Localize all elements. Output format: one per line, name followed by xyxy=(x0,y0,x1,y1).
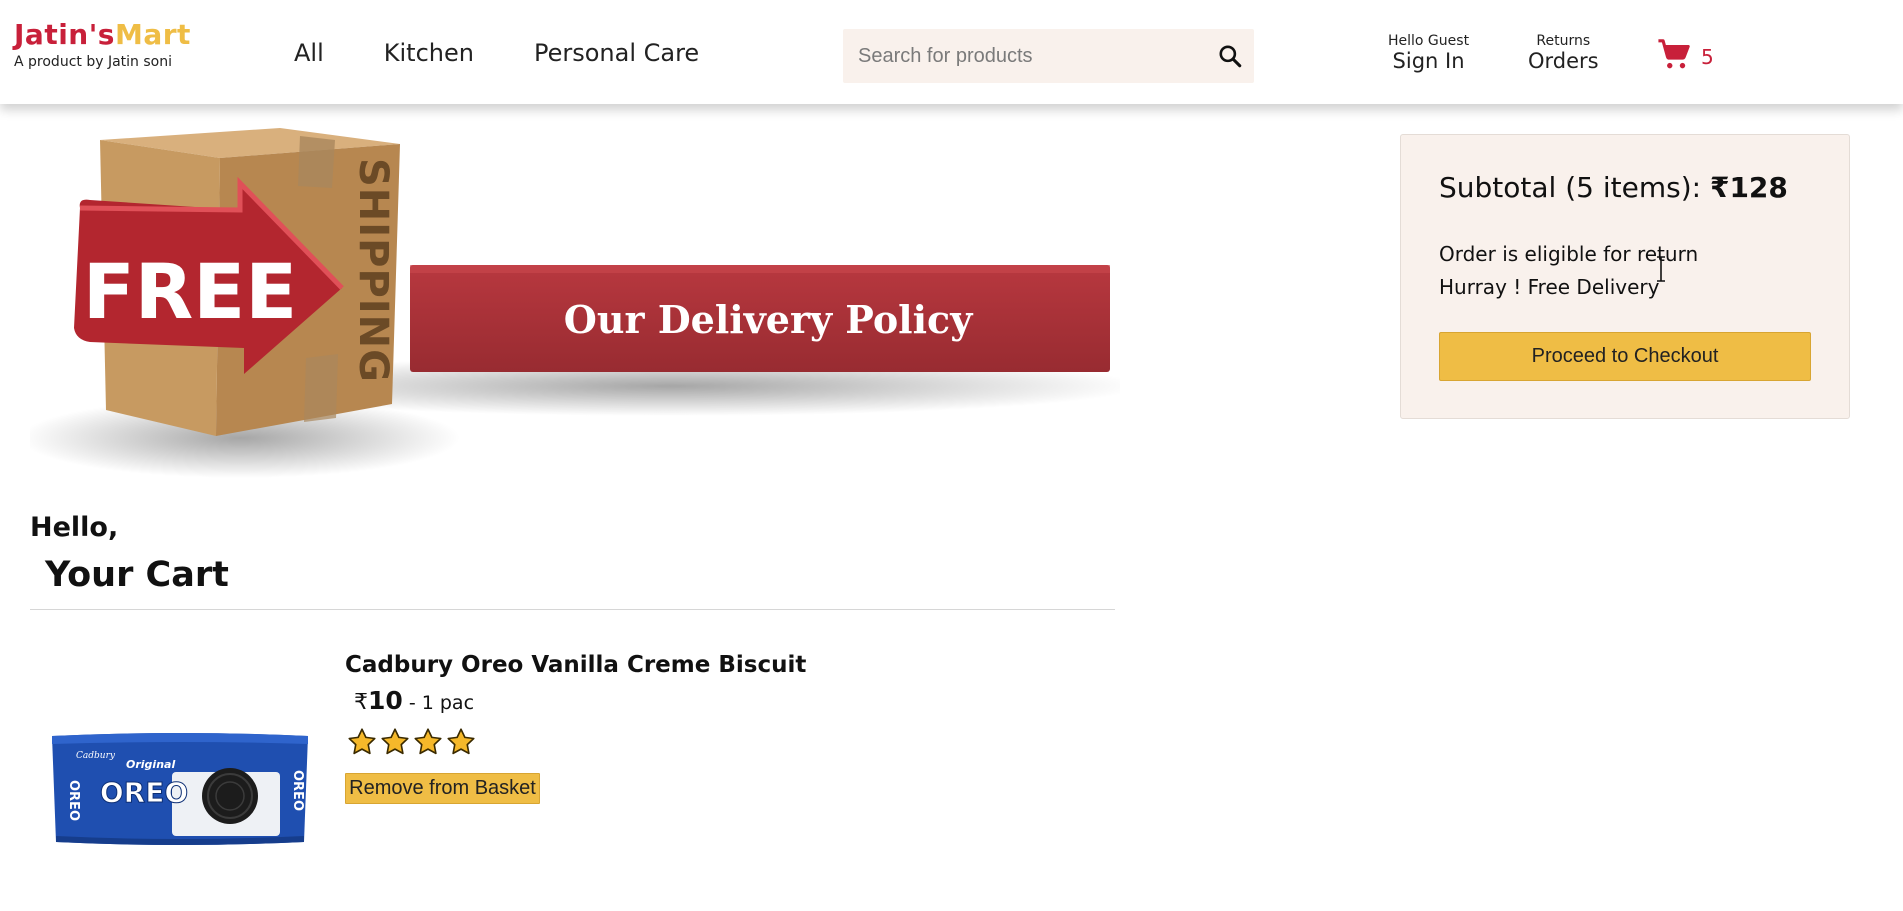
banner-free-text: FREE xyxy=(83,247,297,336)
product-rating xyxy=(347,727,476,757)
search-bar xyxy=(843,29,1254,83)
cart-button[interactable]: 5 xyxy=(1657,38,1714,76)
text-cursor-icon xyxy=(1657,256,1665,282)
price-currency: ₹ xyxy=(354,690,368,715)
banner-shipping-text: SHIPPING xyxy=(350,158,396,383)
star-icon xyxy=(381,728,409,755)
product-package-name-side-right: OREO xyxy=(290,770,305,811)
orders-option[interactable]: Returns Orders xyxy=(1528,34,1599,72)
greeting-hello: Hello, xyxy=(30,512,119,543)
subtotal-text: Subtotal (5 items): ₹128 xyxy=(1439,171,1788,204)
cart-count: 5 xyxy=(1701,45,1714,69)
product-package-brand: Cadbury xyxy=(76,751,116,761)
header-bar: Jatin'sMart A product by Jatin soni All … xyxy=(0,0,1903,104)
product-title[interactable]: Cadbury Oreo Vanilla Creme Biscuit xyxy=(345,652,806,678)
product-image[interactable]: Cadbury Original OREO OREO OREO xyxy=(48,730,312,848)
product-package-tag: Original xyxy=(126,758,175,771)
main-nav: All Kitchen Personal Care xyxy=(294,36,699,70)
price-unit: - 1 pac xyxy=(402,692,475,714)
banner-ribbon-text: Our Delivery Policy xyxy=(564,297,973,342)
product-price: ₹10 - 1 pac xyxy=(354,686,474,715)
logo[interactable]: Jatin'sMart A product by Jatin soni xyxy=(14,18,191,70)
orders-returns-label: Returns xyxy=(1536,33,1591,49)
orders-label: Orders xyxy=(1528,49,1599,73)
search-input[interactable] xyxy=(843,29,1206,83)
subtotal-amount: ₹128 xyxy=(1709,171,1788,204)
signin-option[interactable]: Hello Guest Sign In xyxy=(1388,34,1469,72)
star-icon xyxy=(414,728,442,755)
cart-divider xyxy=(30,609,1115,610)
remove-from-basket-button[interactable]: Remove from Basket xyxy=(345,773,540,804)
logo-tagline: A product by Jatin soni xyxy=(14,54,172,70)
subtotal-label: Subtotal (5 items): xyxy=(1439,171,1710,204)
price-value: 10 xyxy=(368,686,403,715)
nav-item-all[interactable]: All xyxy=(294,36,324,70)
logo-title-part2: Mart xyxy=(114,18,191,51)
signin-label: Sign In xyxy=(1392,49,1465,73)
cart-icon xyxy=(1657,38,1691,76)
product-package-name: OREO xyxy=(100,776,188,809)
cart-title: Your Cart xyxy=(45,555,229,595)
logo-title-part1: Jatin's xyxy=(14,18,115,51)
proceed-to-checkout-button[interactable]: Proceed to Checkout xyxy=(1439,332,1811,381)
nav-item-personal-care[interactable]: Personal Care xyxy=(534,36,699,70)
star-icon xyxy=(348,728,376,755)
search-icon[interactable] xyxy=(1206,29,1254,83)
product-package-name-side: OREO xyxy=(66,780,81,821)
delivery-policy-banner[interactable]: Our Delivery Policy SHIPPING FREE xyxy=(20,128,1140,488)
star-icon xyxy=(447,728,475,755)
signin-greeting: Hello Guest xyxy=(1388,33,1470,49)
subtotal-panel: Subtotal (5 items): ₹128 Order is eligib… xyxy=(1400,134,1850,419)
nav-item-kitchen[interactable]: Kitchen xyxy=(384,36,474,70)
logo-title: Jatin'sMart xyxy=(14,18,191,52)
